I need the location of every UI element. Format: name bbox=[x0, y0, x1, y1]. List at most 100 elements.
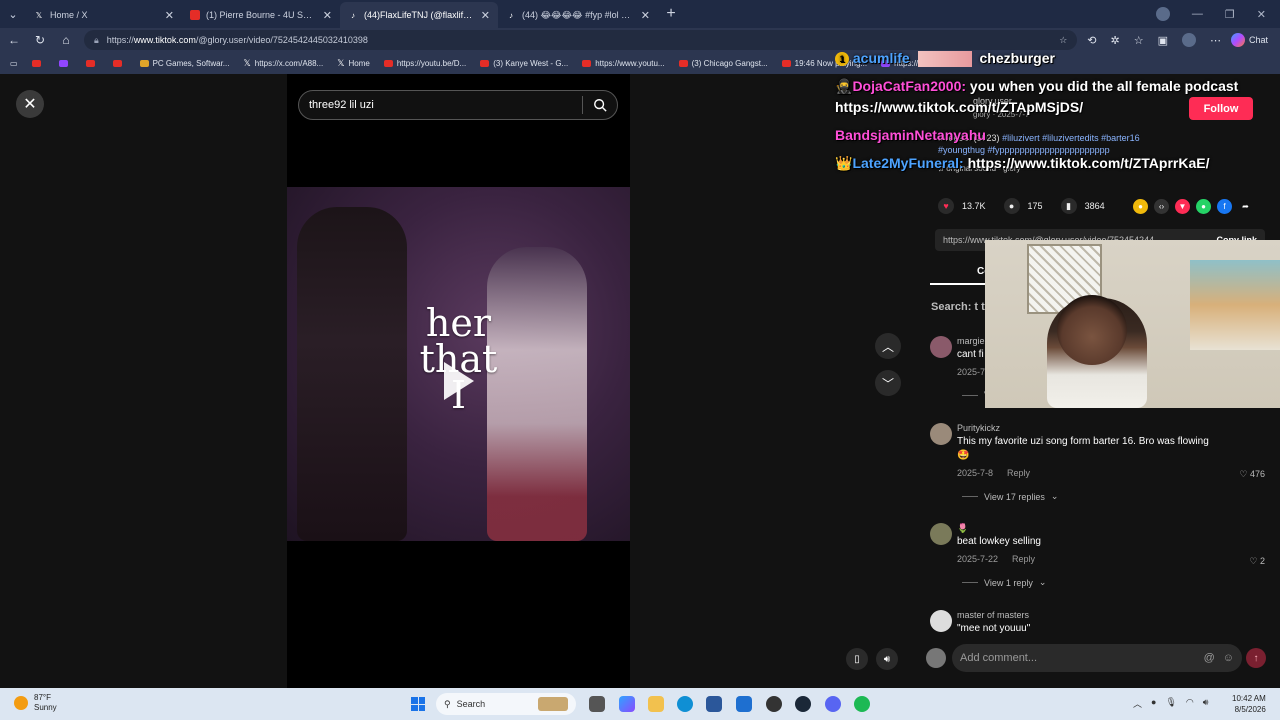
commenter-name[interactable]: margie bbox=[957, 336, 985, 346]
comment-likes[interactable]: ♡ 2 bbox=[1249, 556, 1265, 567]
volume-icon[interactable]: 🔊︎ bbox=[1203, 697, 1209, 710]
heart-icon[interactable]: ♥ bbox=[938, 198, 954, 214]
play-icon[interactable] bbox=[444, 362, 474, 400]
x-logo-icon: 𝕏 bbox=[337, 57, 345, 68]
hashtags-line-1[interactable]: #liluzivert #liluzivertedits #barter16 bbox=[1002, 133, 1140, 143]
related-search-hint[interactable]: Search: t ti bbox=[931, 301, 988, 313]
microphone-icon[interactable]: 🎙︎ bbox=[1165, 697, 1176, 710]
close-tab-icon[interactable]: ✕ bbox=[481, 9, 490, 22]
tab-actions-menu[interactable]: ⌄ bbox=[0, 0, 26, 28]
tab-x-home[interactable]: 𝕏 Home / X ✕ bbox=[26, 2, 182, 28]
commenter-avatar[interactable] bbox=[930, 336, 952, 358]
back-icon[interactable]: ← bbox=[6, 33, 22, 47]
profile-avatar-icon[interactable] bbox=[1155, 7, 1170, 21]
picture-in-picture-icon[interactable]: ▯ bbox=[846, 648, 868, 670]
video-search-input[interactable]: three92 lil uzi bbox=[298, 90, 618, 120]
discord-icon[interactable] bbox=[825, 696, 841, 712]
bookmark-icon[interactable]: ▮ bbox=[1060, 198, 1077, 214]
add-comment-input[interactable]: Add comment... @ ☺ bbox=[952, 644, 1242, 672]
view-replies-button[interactable]: View 1 reply ⌄ bbox=[962, 577, 1046, 588]
commenter-avatar[interactable] bbox=[930, 423, 952, 445]
bookmark-item[interactable] bbox=[58, 59, 72, 67]
send-icon[interactable]: ▼ bbox=[1175, 199, 1190, 214]
refresh-icon[interactable]: ↻ bbox=[32, 33, 48, 47]
coin-icon[interactable]: ● bbox=[1133, 199, 1148, 214]
bookmark-item[interactable] bbox=[85, 59, 99, 67]
profile-icon[interactable] bbox=[1181, 33, 1196, 47]
comment-likes[interactable]: ♡ 476 bbox=[1239, 469, 1265, 480]
next-video-button[interactable]: ﹀ bbox=[875, 370, 901, 396]
close-tab-icon[interactable]: ✕ bbox=[165, 9, 174, 22]
bookmark-item[interactable]: 𝕏https://x.com/A88... bbox=[243, 58, 323, 69]
bookmark-item[interactable] bbox=[112, 59, 126, 67]
spotify-icon[interactable] bbox=[854, 696, 870, 712]
more-menu-icon[interactable]: ⋯ bbox=[1210, 34, 1221, 47]
video-player[interactable]: her that I bbox=[287, 187, 630, 541]
comment-icon[interactable]: ● bbox=[1003, 198, 1020, 214]
system-tray: ︿ ● 🎙︎ ◠ 🔊︎ bbox=[1133, 697, 1208, 710]
commenter-avatar[interactable] bbox=[930, 523, 952, 545]
view-replies-button[interactable]: View 17 replies ⌄ bbox=[962, 491, 1058, 502]
reply-button[interactable]: Reply bbox=[1012, 554, 1035, 564]
restore-icon[interactable]: ❐ bbox=[1225, 8, 1235, 21]
extensions-icon[interactable]: ⟲ bbox=[1087, 34, 1096, 47]
facebook-icon[interactable]: f bbox=[1217, 199, 1232, 214]
post-comment-button[interactable]: ↑ bbox=[1246, 648, 1266, 668]
emoji-icon[interactable]: ☺ bbox=[1223, 652, 1234, 664]
follow-button[interactable]: Follow bbox=[1189, 97, 1253, 120]
favorite-star-icon[interactable]: ☆ bbox=[1059, 35, 1067, 46]
hashtags-line-2[interactable]: #youngthug #fypppppppppppppppppppppp bbox=[938, 145, 1110, 155]
bookmark-item[interactable]: PC Games, Softwar... bbox=[139, 59, 229, 68]
commenter-name[interactable]: 🌷 bbox=[957, 523, 968, 534]
close-video-button[interactable]: ✕ bbox=[16, 90, 44, 118]
tiktok-logo-icon: ♪ bbox=[509, 10, 513, 20]
puzzle-icon[interactable]: ✲ bbox=[1110, 34, 1119, 47]
tab-tiktok-2[interactable]: ♪ (44) 😂😂😂😂 #fyp #lol #oota # ✕ bbox=[498, 2, 658, 28]
close-window-icon[interactable]: ✕ bbox=[1257, 8, 1266, 21]
tab-tiktok-active[interactable]: ♪ (44)FlaxLifeTNJ (@flaxlifetnj) | TikTo… bbox=[340, 2, 498, 28]
bookmark-item[interactable] bbox=[31, 59, 45, 67]
mention-icon[interactable]: @ bbox=[1204, 652, 1215, 664]
whatsapp-icon[interactable]: ● bbox=[1196, 199, 1211, 214]
favorites-icon[interactable]: ☆ bbox=[1134, 34, 1144, 47]
url-input[interactable]: 🔒︎ https://www.tiktok.com/@glory.user/vi… bbox=[84, 30, 1078, 50]
share-arrow-icon[interactable]: ➦ bbox=[1238, 199, 1253, 214]
file-explorer-icon[interactable] bbox=[648, 696, 664, 712]
volume-icon[interactable]: 🔊︎ bbox=[876, 648, 898, 670]
search-icon[interactable] bbox=[593, 98, 607, 112]
minimize-icon[interactable]: — bbox=[1192, 8, 1203, 20]
wifi-icon[interactable]: ◠ bbox=[1186, 697, 1194, 710]
windows-start-icon[interactable] bbox=[411, 697, 425, 711]
close-tab-icon[interactable]: ✕ bbox=[323, 9, 332, 22]
commenter-name[interactable]: Puritykickz bbox=[957, 423, 1000, 433]
tray-app-icon[interactable]: ● bbox=[1151, 697, 1156, 710]
new-tab-button[interactable]: + bbox=[658, 5, 684, 23]
store-icon[interactable] bbox=[706, 696, 722, 712]
previous-video-button[interactable]: ︿ bbox=[875, 333, 901, 359]
widgets-icon[interactable] bbox=[619, 696, 635, 712]
edge-icon[interactable] bbox=[677, 696, 693, 712]
close-tab-icon[interactable]: ✕ bbox=[641, 9, 650, 22]
copilot-chat-button[interactable]: Chat bbox=[1230, 33, 1274, 47]
taskbar-clock[interactable]: 10:42 AM 8/5/2026 bbox=[1232, 693, 1266, 715]
bookmark-item[interactable]: https://www.youtu... bbox=[582, 59, 665, 68]
weather-widget[interactable]: 87°F Sunny bbox=[14, 693, 57, 713]
outlook-icon[interactable] bbox=[736, 696, 752, 712]
commenter-name[interactable]: master of masters bbox=[957, 610, 1029, 620]
collections-icon[interactable]: ▣ bbox=[1158, 34, 1168, 47]
taskbar-search[interactable]: ⚲ Search bbox=[436, 693, 576, 715]
steam-icon[interactable] bbox=[795, 696, 811, 712]
home-icon[interactable]: ⌂ bbox=[58, 33, 74, 47]
obs-icon[interactable] bbox=[766, 696, 782, 712]
bookmark-item[interactable]: 𝕏 Home bbox=[337, 58, 370, 69]
bookmark-item[interactable]: (3) Kanye West - G... bbox=[480, 59, 568, 68]
bookmark-item[interactable]: https://youtu.be/D... bbox=[383, 59, 466, 68]
commenter-avatar[interactable] bbox=[930, 610, 952, 632]
reading-list-icon[interactable]: ▭ bbox=[10, 59, 18, 68]
chevron-up-icon[interactable]: ︿ bbox=[1133, 697, 1142, 710]
tab-youtube[interactable]: (1) Pierre Bourne - 4U Snippet | 💚 ✕ bbox=[182, 2, 340, 28]
embed-icon[interactable]: ‹› bbox=[1154, 199, 1169, 214]
task-view-icon[interactable] bbox=[589, 696, 605, 712]
reply-button[interactable]: Reply bbox=[1007, 468, 1030, 478]
bookmark-item[interactable]: (3) Chicago Gangst... bbox=[678, 59, 768, 68]
